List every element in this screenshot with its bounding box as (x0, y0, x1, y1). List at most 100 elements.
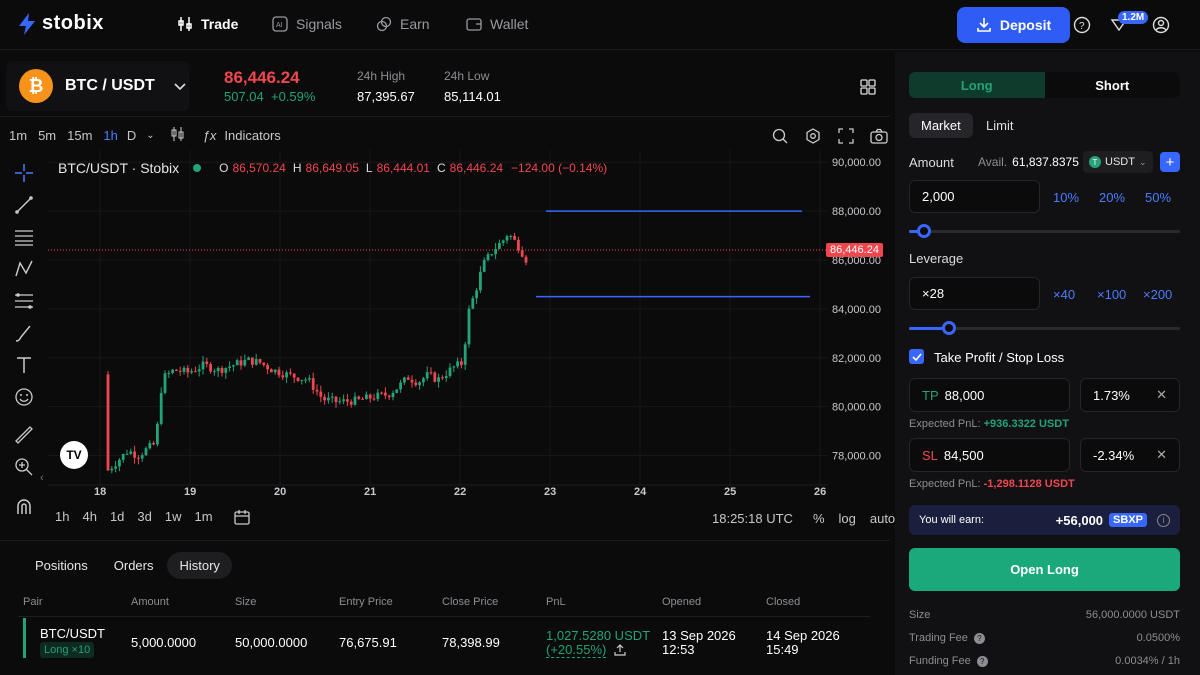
sl-pct-input[interactable]: -2.34% ✕ (1080, 438, 1180, 472)
long-tab[interactable]: Long (909, 72, 1045, 98)
percent-toggle[interactable]: % (813, 511, 825, 526)
interval-15m[interactable]: 15m (67, 128, 92, 143)
candle-body (441, 377, 444, 379)
size-label: Size (909, 609, 931, 621)
candle-body (406, 377, 410, 380)
info-icon[interactable]: i (1157, 513, 1170, 527)
text-icon[interactable] (12, 355, 36, 375)
settings-icon[interactable] (803, 126, 823, 146)
leverage-slider-knob[interactable] (942, 321, 956, 335)
add-funds-button[interactable]: + (1160, 152, 1180, 172)
short-tab[interactable]: Short (1044, 72, 1180, 98)
nav-signals-label: Signals (296, 16, 342, 32)
interval-chevron-icon[interactable]: ⌄ (146, 130, 154, 141)
interval-d[interactable]: D (127, 128, 136, 143)
amount-slider[interactable] (909, 230, 1180, 233)
tpsl-label: Take Profit / Stop Loss (934, 350, 1065, 365)
candle-body (133, 451, 136, 458)
limit-tab[interactable]: Limit (986, 118, 1013, 133)
tp-clear-icon[interactable]: ✕ (1156, 387, 1167, 403)
magnet-icon[interactable] (12, 497, 36, 517)
log-toggle[interactable]: log (839, 511, 856, 526)
deposit-button[interactable]: Deposit (957, 7, 1070, 43)
brush-icon[interactable] (12, 323, 36, 343)
range-1h[interactable]: 1h (55, 509, 69, 528)
fib-icon[interactable] (12, 291, 36, 311)
indicators-icon[interactable]: ƒx (203, 128, 217, 143)
crosshair-icon[interactable] (12, 163, 36, 183)
x-tick-label: 18 (94, 486, 106, 498)
layout-icon[interactable] (858, 77, 878, 97)
tp-pnl-value: +936.3322 USDT (983, 418, 1069, 430)
zoom-icon[interactable] (12, 457, 36, 477)
indicators-button[interactable]: Indicators (224, 128, 280, 143)
candle-body (319, 391, 323, 397)
tp-pct-input[interactable]: 1.73% ✕ (1080, 378, 1180, 412)
amount-10pct[interactable]: 10% (1053, 190, 1079, 205)
nav-earn[interactable]: Earn (376, 16, 430, 32)
currency-select[interactable]: T USDT ⌄ (1083, 151, 1153, 173)
open-long-button[interactable]: Open Long (909, 548, 1180, 591)
y-tick-label: 90,000.00 (832, 157, 881, 169)
range-1w[interactable]: 1w (165, 509, 182, 528)
amount-input[interactable]: 2,000 (909, 180, 1040, 213)
collapse-chevron-icon[interactable]: ‹ (40, 472, 44, 484)
funding-help-icon[interactable]: ? (976, 655, 988, 667)
candle-body (517, 239, 520, 251)
range-1m[interactable]: 1m (195, 509, 213, 528)
auto-toggle[interactable]: auto (870, 511, 895, 526)
leverage-100[interactable]: ×100 (1097, 287, 1126, 302)
amount-50pct[interactable]: 50% (1145, 190, 1171, 205)
leverage-40[interactable]: ×40 (1053, 287, 1075, 302)
leverage-200[interactable]: ×200 (1143, 287, 1172, 302)
row-pair: BTC/USDT (40, 626, 105, 641)
range-4h[interactable]: 4h (82, 509, 96, 528)
tab-positions[interactable]: Positions (23, 552, 100, 579)
candle-body (186, 367, 190, 373)
legend-name: BTC/USDT · Stobix (58, 160, 180, 176)
fullscreen-icon[interactable] (836, 126, 856, 146)
tradingview-logo[interactable]: TV (60, 441, 88, 469)
profile-icon[interactable] (1151, 15, 1171, 35)
horizontal-lines-icon[interactable] (12, 227, 36, 247)
nav-trade[interactable]: Trade (177, 16, 238, 32)
trendline-icon[interactable] (12, 195, 36, 215)
pair-selector[interactable]: ₿ BTC / USDT (6, 61, 189, 111)
range-1d[interactable]: 1d (110, 509, 124, 528)
tp-input[interactable]: TP 88,000 (909, 378, 1070, 412)
interval-1h[interactable]: 1h (103, 128, 117, 143)
sl-pnl-row: Expected PnL: -1,298.1128 USDT (909, 478, 1075, 490)
amount-slider-knob[interactable] (917, 224, 931, 238)
candles-icon[interactable] (171, 126, 185, 145)
x-tick-label: 24 (634, 486, 647, 498)
nav-wallet[interactable]: Wallet (466, 16, 528, 32)
nav-signals[interactable]: AI Signals (272, 16, 342, 32)
logo[interactable]: stobix (18, 12, 104, 35)
candle-body (501, 240, 505, 243)
candle-body (395, 389, 399, 393)
price-chart[interactable]: 90,000.0088,000.0086,000.0084,000.0082,0… (48, 150, 888, 500)
tpsl-checkbox[interactable] (909, 349, 924, 364)
camera-icon[interactable] (869, 126, 889, 146)
calendar-icon[interactable] (233, 509, 250, 528)
emoji-icon[interactable] (12, 387, 36, 407)
interval-5m[interactable]: 5m (38, 128, 56, 143)
ruler-icon[interactable] (12, 425, 36, 445)
compare-icon[interactable] (770, 126, 790, 146)
share-icon[interactable] (614, 644, 626, 656)
candle-body (505, 236, 509, 241)
amount-20pct[interactable]: 20% (1099, 190, 1125, 205)
help-icon[interactable]: ? (1072, 15, 1092, 35)
tab-history[interactable]: History (167, 552, 232, 579)
tab-orders[interactable]: Orders (102, 552, 166, 579)
leverage-input[interactable]: ×28 (909, 277, 1040, 310)
market-tab[interactable]: Market (909, 113, 973, 138)
interval-1m[interactable]: 1m (9, 128, 27, 143)
svg-text:?: ? (1079, 21, 1085, 32)
fee-help-icon[interactable]: ? (973, 632, 985, 644)
sl-input[interactable]: SL 84,500 (909, 438, 1070, 472)
pattern-icon[interactable] (12, 259, 36, 279)
sl-clear-icon[interactable]: ✕ (1156, 447, 1167, 463)
range-3d[interactable]: 3d (137, 509, 151, 528)
x-tick-label: 23 (544, 486, 556, 498)
